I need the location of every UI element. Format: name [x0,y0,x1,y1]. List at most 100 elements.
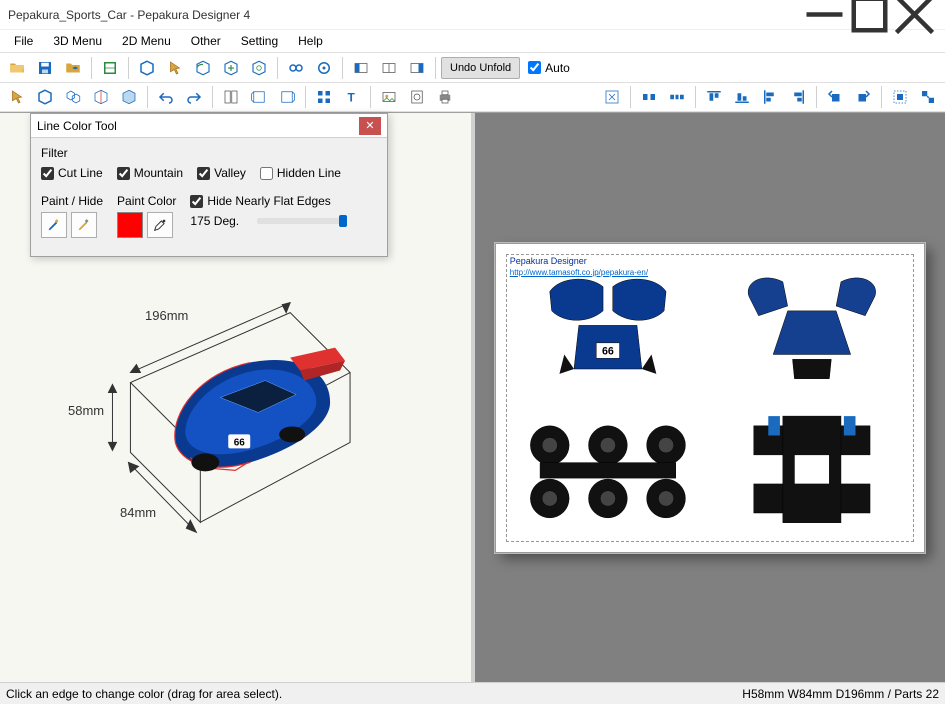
cut-line-checkbox[interactable]: Cut Line [41,166,103,180]
dialog-title: Line Color Tool [37,119,359,133]
align-top-icon[interactable] [701,84,727,110]
paint-color-label: Paint Color [117,194,176,208]
flap-edit-icon[interactable] [274,84,300,110]
cursor-tool-icon[interactable] [162,55,188,81]
hide-flat-edges-checkbox[interactable]: Hide Nearly Flat Edges [190,194,347,208]
status-hint: Click an edge to change color (drag for … [6,687,742,701]
menu-other[interactable]: Other [181,32,231,50]
layout-split-icon[interactable] [376,55,402,81]
zoom-3d-icon[interactable] [246,55,272,81]
align-right-icon[interactable] [785,84,811,110]
menu-2d[interactable]: 2D Menu [112,32,181,50]
rotate-3d-icon[interactable] [190,55,216,81]
open-file-icon[interactable] [4,55,30,81]
page-unfold-icon[interactable] [218,84,244,110]
pan-3d-icon[interactable] [218,55,244,81]
distribute-icon[interactable] [664,84,690,110]
select-connected-icon[interactable] [915,84,941,110]
flap-icon[interactable] [246,84,272,110]
minimize-button[interactable] [802,1,847,29]
unfold-part-wheels[interactable] [506,398,710,542]
separator [435,57,436,79]
titlebar: Pepakura_Sports_Car - Pepakura Designer … [0,0,945,30]
unfold-icon[interactable] [97,55,123,81]
face-tool-icon[interactable] [116,84,142,110]
angle-slider[interactable] [257,218,347,224]
layout-right-icon[interactable] [404,55,430,81]
toolbar-secondary: T [0,82,945,112]
separator [305,86,306,108]
dialog-close-button[interactable]: ✕ [359,117,381,135]
zoom-fit-icon[interactable] [599,84,625,110]
link-view-icon[interactable] [283,55,309,81]
cube-tool-icon[interactable] [134,55,160,81]
dim-length: 196mm [145,308,188,323]
hide-tool-button[interactable] [71,212,97,238]
svg-text:66: 66 [234,437,246,448]
align-left-icon[interactable] [757,84,783,110]
separator [147,86,148,108]
print-setup-icon[interactable] [404,84,430,110]
menu-file[interactable]: File [4,32,43,50]
menu-setting[interactable]: Setting [231,32,288,50]
separator [695,86,696,108]
svg-text:T: T [348,91,356,105]
separator [630,86,631,108]
separator [212,86,213,108]
hidden-line-checkbox[interactable]: Hidden Line [260,166,341,180]
statusbar: Click an edge to change color (drag for … [0,682,945,704]
separator [277,57,278,79]
redo-icon[interactable] [181,84,207,110]
dialog-titlebar[interactable]: Line Color Tool ✕ [31,114,387,138]
2d-layout-viewport[interactable]: Pepakura Designer http://www.tamasoft.co… [475,113,945,682]
align-bottom-icon[interactable] [729,84,755,110]
separator [370,86,371,108]
maximize-button[interactable] [847,1,892,29]
dim-width: 84mm [120,505,156,520]
toolbar-main: Undo Unfold Auto [0,52,945,82]
paper-sheet[interactable]: Pepakura Designer http://www.tamasoft.co… [495,243,925,553]
text-icon[interactable]: T [339,84,365,110]
arrange-icon[interactable] [636,84,662,110]
cube-select-icon[interactable] [32,84,58,110]
save-icon[interactable] [32,55,58,81]
close-button[interactable] [892,1,937,29]
separator [128,57,129,79]
unfold-part-body[interactable]: 66 [506,254,710,398]
eyedropper-button[interactable] [147,212,173,238]
unfold-part-side[interactable] [710,254,914,398]
rotate-right-icon[interactable] [850,84,876,110]
undo-unfold-button[interactable]: Undo Unfold [441,57,520,79]
mountain-checkbox[interactable]: Mountain [117,166,183,180]
grid-icon[interactable] [311,84,337,110]
svg-text:66: 66 [602,346,614,358]
degrees-value: 175 Deg. [190,214,239,228]
separator [91,57,92,79]
undo-icon[interactable] [153,84,179,110]
menu-3d[interactable]: 3D Menu [43,32,112,50]
filter-label: Filter [41,146,377,160]
auto-checkbox[interactable]: Auto [522,61,576,75]
dim-height: 58mm [68,403,104,418]
print-icon[interactable] [432,84,458,110]
status-dimensions: H58mm W84mm D196mm / Parts 22 [742,687,939,701]
select-all-icon[interactable] [887,84,913,110]
paint-tool-button[interactable] [41,212,67,238]
open-3d-icon[interactable] [60,55,86,81]
paint-color-swatch[interactable] [117,212,143,238]
layout-left-icon[interactable] [348,55,374,81]
cursor-icon[interactable] [4,84,30,110]
edge-tool-icon[interactable] [88,84,114,110]
unfold-part-underside[interactable] [710,398,914,542]
paint-hide-label: Paint / Hide [41,194,103,208]
window-title: Pepakura_Sports_Car - Pepakura Designer … [8,8,802,22]
rotate-left-icon[interactable] [822,84,848,110]
separator [816,86,817,108]
valley-checkbox[interactable]: Valley [197,166,246,180]
image-icon[interactable] [376,84,402,110]
menu-help[interactable]: Help [288,32,333,50]
separator [342,57,343,79]
line-color-tool-dialog[interactable]: Line Color Tool ✕ Filter Cut Line Mounta… [30,113,388,257]
multi-cube-icon[interactable] [60,84,86,110]
sync-icon[interactable] [311,55,337,81]
